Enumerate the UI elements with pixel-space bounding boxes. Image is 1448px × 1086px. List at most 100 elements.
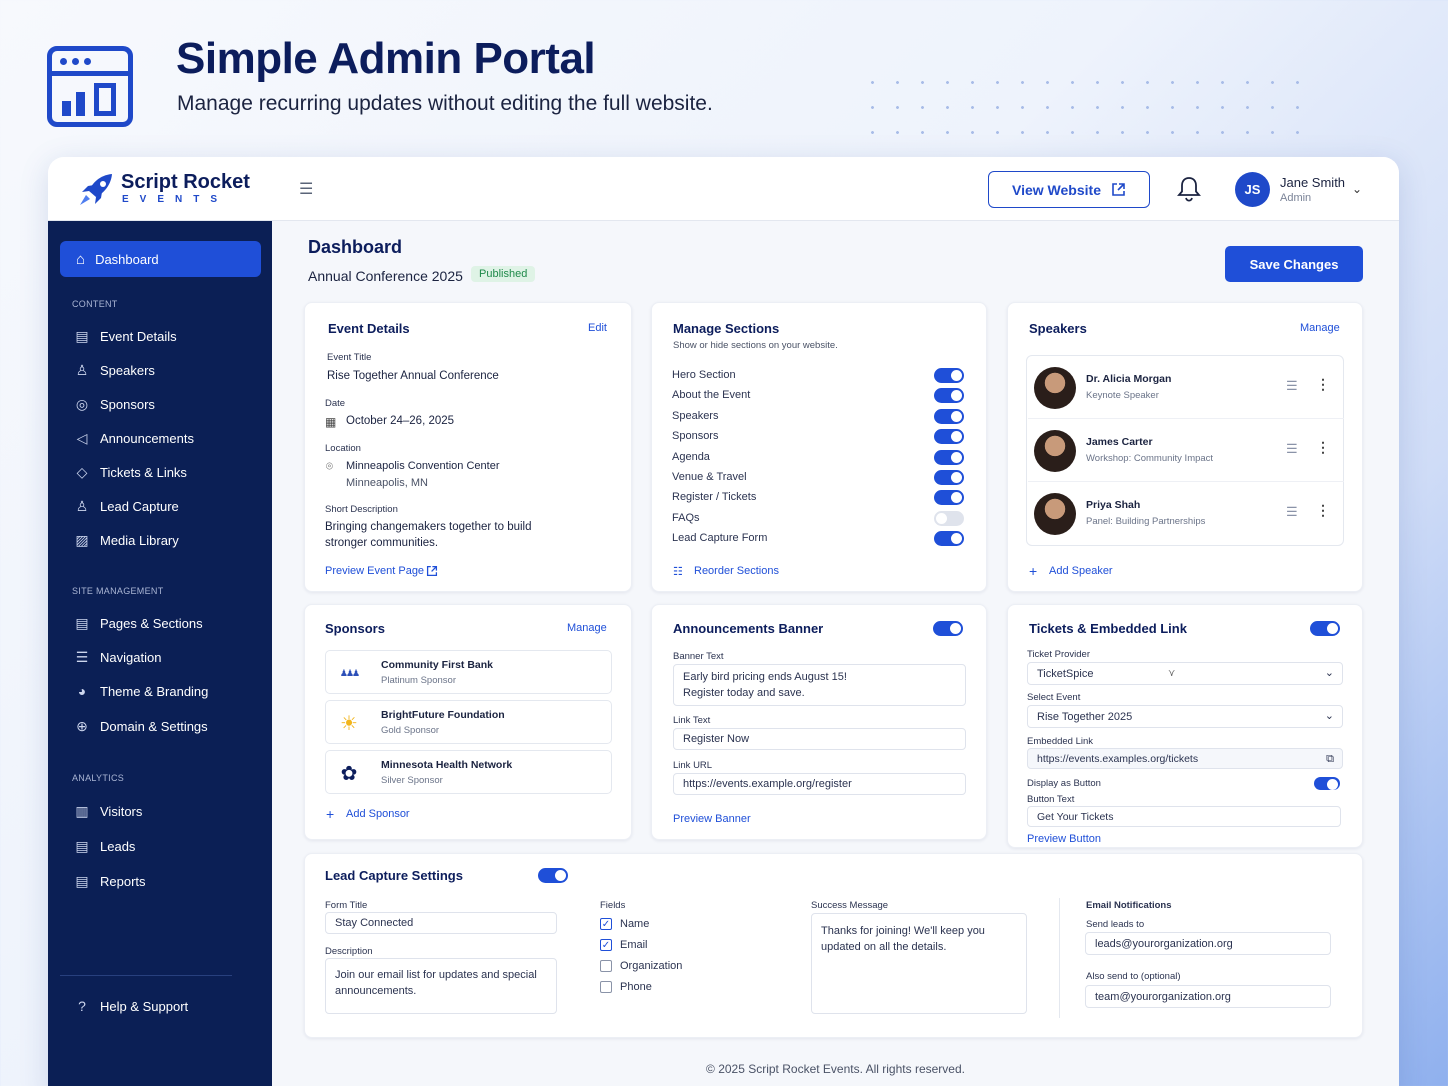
user-name[interactable]: Jane Smith <box>1280 175 1345 190</box>
reorder-sections-link[interactable]: Reorder Sections <box>694 565 779 577</box>
checkbox-label: Email <box>620 939 648 951</box>
dot-icon <box>72 58 79 65</box>
banner-text-line: Register today and save. <box>683 687 805 699</box>
banner-text-input[interactable]: Early bird pricing ends August 15! Regis… <box>673 664 966 706</box>
section-toggle[interactable] <box>934 490 964 506</box>
field-label: Success Message <box>811 900 889 911</box>
copy-icon[interactable]: ⧉ <box>1326 751 1334 767</box>
sidebar-item-tickets-links[interactable]: ◇ Tickets & Links <box>74 461 187 483</box>
sidebar-item-leads[interactable]: ▤ Leads <box>74 835 135 857</box>
description-input[interactable]: Join our email list for updates and spec… <box>325 958 557 1014</box>
section-toggle[interactable] <box>934 449 964 465</box>
speaker-row[interactable]: Priya Shah Panel: Building Partnerships ☰ ⋮ <box>1028 482 1344 545</box>
plus-icon[interactable]: + <box>1029 563 1037 579</box>
section-toggle[interactable] <box>934 531 964 547</box>
banner-text-line: Early bird pricing ends August 15! <box>683 671 847 683</box>
preview-banner-link[interactable]: Preview Banner <box>673 813 751 825</box>
section-toggle[interactable] <box>934 510 964 526</box>
sidebar-item-help[interactable]: ? Help & Support <box>74 995 188 1017</box>
drag-handle-icon[interactable]: ☰ <box>1286 504 1298 520</box>
megaphone-icon: ◁ <box>76 429 88 446</box>
location-pin-icon: ⌾ <box>326 461 333 473</box>
lead-capture-toggle[interactable] <box>538 868 568 883</box>
select-event-dropdown[interactable]: Rise Together 2025 ⌄ <box>1027 705 1343 728</box>
checkbox-icon[interactable] <box>600 981 612 993</box>
sidebar-item-navigation[interactable]: ☰ Navigation <box>74 646 162 668</box>
view-website-button[interactable]: View Website <box>988 171 1150 208</box>
button-text-input[interactable]: Get Your Tickets <box>1027 806 1341 827</box>
link-text-input[interactable]: Register Now <box>673 728 966 750</box>
manage-sponsors-link[interactable]: Manage <box>567 622 607 634</box>
also-send-input[interactable]: team@yourorganization.org <box>1085 985 1331 1008</box>
sidebar-item-event-details[interactable]: ▤ Event Details <box>74 325 176 347</box>
field-checkbox[interactable]: Organization <box>600 960 682 972</box>
more-icon[interactable]: ⋮ <box>1316 502 1330 519</box>
more-icon[interactable]: ⋮ <box>1316 376 1330 393</box>
chevron-down-icon[interactable]: ⌄ <box>1352 182 1362 196</box>
checkbox-icon[interactable]: ✓ <box>600 939 612 951</box>
user-role: Admin <box>1280 192 1312 204</box>
plus-icon[interactable]: + <box>326 806 334 822</box>
speaker-row[interactable]: Dr. Alicia Morgan Keynote Speaker ☰ ⋮ <box>1028 356 1344 419</box>
section-toggle[interactable] <box>934 368 964 383</box>
display-button-toggle[interactable] <box>1314 777 1340 790</box>
preview-button-link[interactable]: Preview Button <box>1027 833 1101 845</box>
field-checkbox[interactable]: ✓ Name <box>600 918 649 930</box>
sponsor-row[interactable]: ✿ Minnesota Health Network Silver Sponsor <box>325 750 612 794</box>
reorder-icon[interactable]: ☷ <box>673 565 683 578</box>
sponsor-row[interactable]: ☀ BrightFuture Foundation Gold Sponsor <box>325 700 612 744</box>
sidebar-item-media-library[interactable]: ▨ Media Library <box>74 529 178 551</box>
preview-event-link[interactable]: Preview Event Page <box>325 565 424 577</box>
menu-icon[interactable]: ☰ <box>299 179 313 199</box>
bell-icon[interactable] <box>1176 175 1202 203</box>
speaker-row[interactable]: James Carter Workshop: Community Impact ☰ ⋮ <box>1028 419 1344 482</box>
sun-icon: ☀ <box>340 712 358 735</box>
tickets-toggle[interactable] <box>1310 621 1340 636</box>
sidebar-item-visitors[interactable]: ▥ Visitors <box>74 800 142 822</box>
banner-toggle[interactable] <box>933 621 963 636</box>
status-badge: Published <box>471 266 536 282</box>
brand-name[interactable]: Script Rocket <box>121 171 250 194</box>
sidebar-item-dashboard[interactable]: ⌂ Dashboard <box>60 241 261 277</box>
add-sponsor-link[interactable]: Add Sponsor <box>346 808 410 820</box>
section-toggle[interactable] <box>934 470 964 485</box>
checkbox-icon[interactable]: ✓ <box>600 918 612 930</box>
more-icon[interactable]: ⋮ <box>1316 439 1330 456</box>
sidebar-item-theme-branding[interactable]: ◕ Theme & Branding <box>74 680 209 702</box>
field-checkbox[interactable]: Phone <box>600 981 652 993</box>
form-title-input[interactable]: Stay Connected <box>325 912 557 934</box>
sidebar-item-sponsors[interactable]: ◎ Sponsors <box>74 393 155 415</box>
section-row: About the Event <box>672 385 964 405</box>
field-label: Event Title <box>327 352 372 363</box>
sidebar-item-speakers[interactable]: ♙ Speakers <box>74 359 155 381</box>
drag-handle-icon[interactable]: ☰ <box>1286 441 1298 457</box>
sponsor-row[interactable]: ♟♟♟ Community First Bank Platinum Sponsor <box>325 650 612 694</box>
edit-link[interactable]: Edit <box>588 322 607 334</box>
sidebar-item-label: Theme & Branding <box>100 683 209 699</box>
send-leads-input[interactable]: leads@yourorganization.org <box>1085 932 1331 955</box>
ticket-provider-select[interactable]: TicketSpice ⋎ ⌄ <box>1027 662 1343 685</box>
section-toggle[interactable] <box>934 429 964 445</box>
sidebar-item-reports[interactable]: ▤ Reports <box>74 870 145 892</box>
field-checkbox[interactable]: ✓ Email <box>600 939 648 951</box>
embedded-link-input[interactable]: https://events.examples.org/tickets ⧉ <box>1027 748 1343 769</box>
external-link-icon[interactable] <box>426 565 438 577</box>
manage-speakers-link[interactable]: Manage <box>1300 322 1340 334</box>
section-label: Agenda <box>672 450 710 463</box>
drag-handle-icon[interactable]: ☰ <box>1286 378 1298 394</box>
avatar[interactable]: JS <box>1235 172 1270 207</box>
sidebar-item-domain-settings[interactable]: ⊕ Domain & Settings <box>74 715 208 737</box>
section-label: Speakers <box>672 409 719 422</box>
add-speaker-link[interactable]: Add Speaker <box>1049 565 1113 577</box>
list-icon: ☰ <box>75 648 89 665</box>
checkbox-icon[interactable] <box>600 960 612 972</box>
rocket-icon[interactable] <box>78 171 118 207</box>
sidebar-item-announcements[interactable]: ◁ Announcements <box>74 427 194 449</box>
sidebar-item-pages-sections[interactable]: ▤ Pages & Sections <box>74 612 202 634</box>
success-message-input[interactable]: Thanks for joining! We'll keep you updat… <box>811 913 1027 1014</box>
save-changes-button[interactable]: Save Changes <box>1225 246 1363 282</box>
sidebar-item-lead-capture[interactable]: ♙ Lead Capture <box>74 495 179 517</box>
section-toggle[interactable] <box>934 408 964 424</box>
link-url-input[interactable]: https://events.example.org/register <box>673 773 966 795</box>
section-toggle[interactable] <box>934 388 964 404</box>
